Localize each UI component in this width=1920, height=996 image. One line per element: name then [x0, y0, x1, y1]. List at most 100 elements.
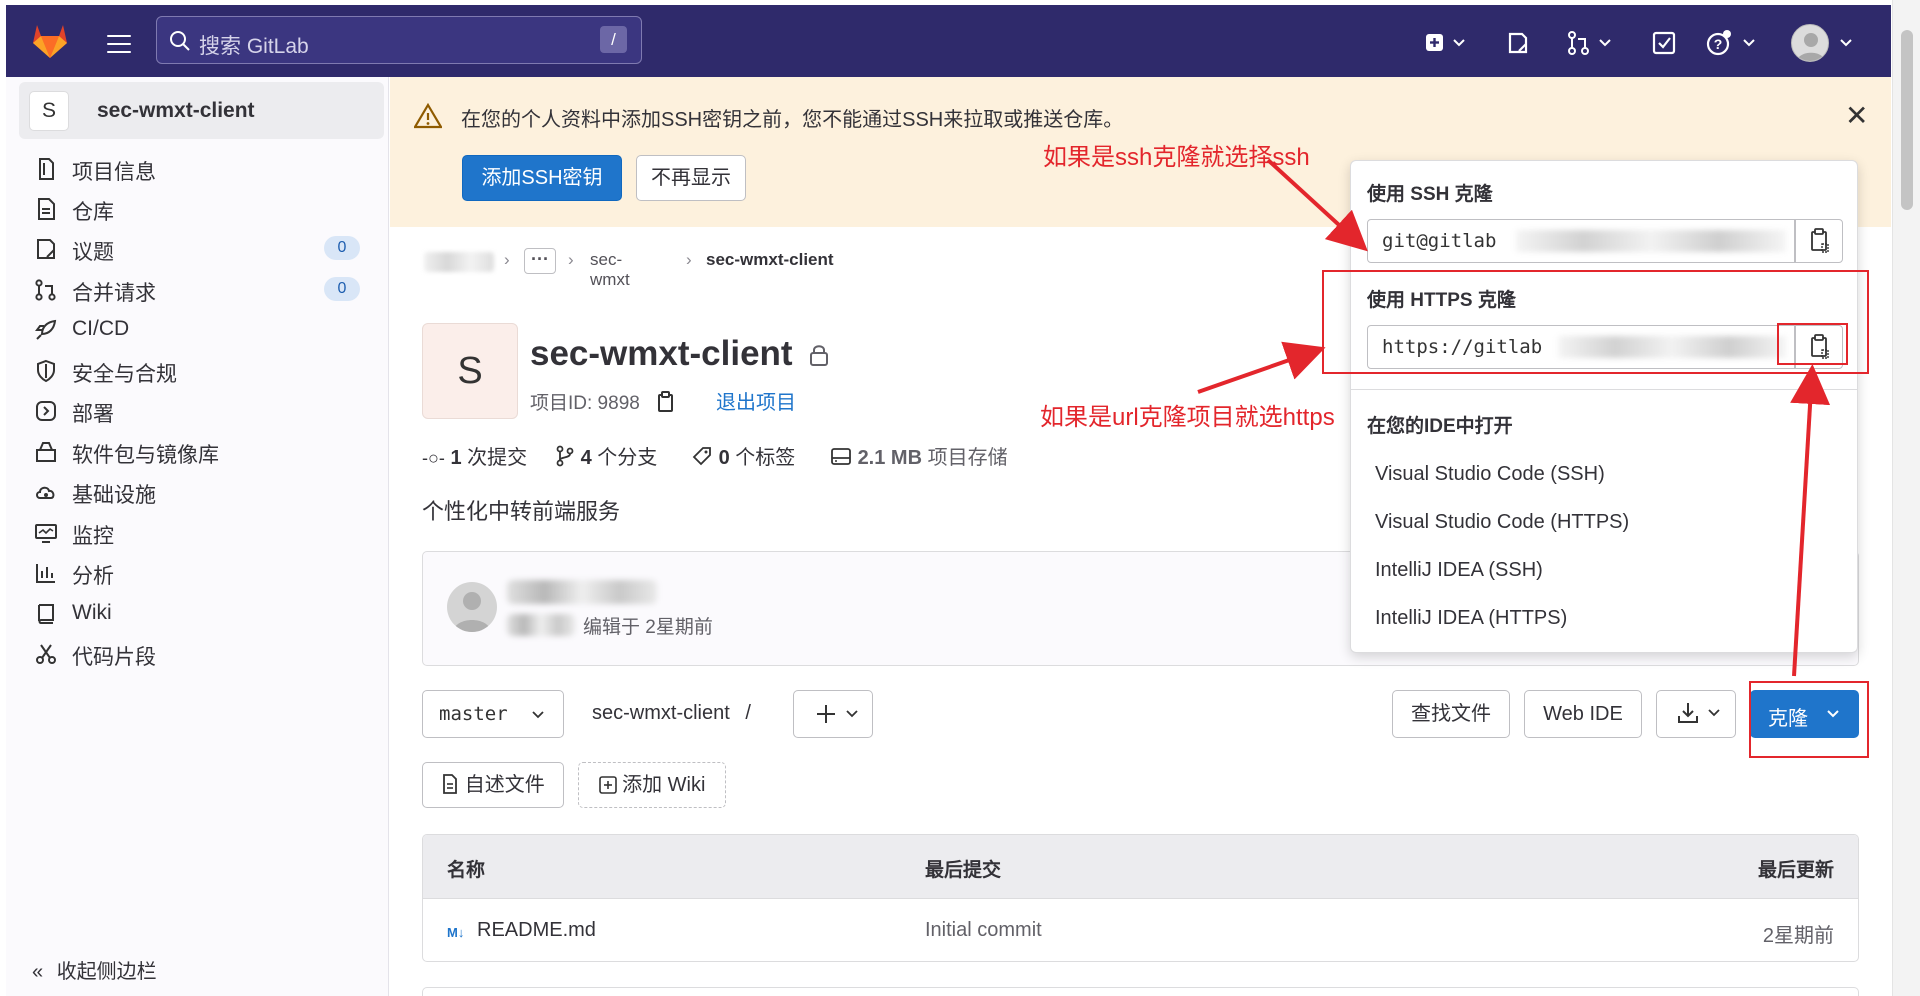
sidebar-item-snippets[interactable]: 代码片段: [6, 630, 389, 676]
add-to-tree-dropdown[interactable]: [793, 690, 873, 738]
deployments-icon: [36, 401, 56, 421]
branches-stat[interactable]: 4 个分支: [555, 441, 657, 470]
merge-requests-dropdown[interactable]: [1566, 29, 1616, 57]
add-wiki-button[interactable]: 添加 Wiki: [578, 762, 726, 808]
svg-text:?: ?: [1714, 36, 1723, 52]
sidebar-item-label: 议题: [72, 241, 114, 264]
readme-preview-box: [422, 987, 1859, 996]
copy-ssh-url-button[interactable]: [1795, 219, 1843, 263]
breadcrumb-item-project[interactable]: sec-wmxt-client: [706, 250, 834, 270]
project-avatar: S: [422, 323, 518, 419]
top-navigation-bar: 搜索 GitLab / ?: [6, 5, 1891, 77]
gitlab-logo-icon[interactable]: [30, 21, 70, 59]
sidebar-item-label: 监控: [72, 525, 114, 548]
commit-edited-time: 编辑于 2星期前: [583, 617, 713, 638]
ide-option-intellij-https[interactable]: IntelliJ IDEA (HTTPS): [1375, 607, 1567, 630]
storage-size: 2.1 MB: [857, 447, 923, 469]
tags-stat[interactable]: 0 个标签: [691, 441, 795, 470]
book-icon: [38, 604, 54, 624]
monitor-icon: [35, 524, 57, 543]
storage-icon: [831, 448, 851, 465]
package-icon: [36, 442, 56, 462]
ssh-clone-url-field[interactable]: git@gitlab: [1367, 219, 1795, 263]
annotation-ssh-note: 如果是ssh克隆就选择ssh: [1043, 144, 1310, 171]
rocket-icon: [35, 319, 57, 340]
sidebar-item-analytics[interactable]: 分析: [6, 549, 389, 595]
sidebar-item-label: 代码片段: [72, 646, 156, 669]
copy-icon[interactable]: [655, 391, 677, 413]
breadcrumb-item-group[interactable]: sec-wmxt: [590, 250, 630, 290]
arrow-to-https-field: [1197, 341, 1326, 394]
blurred-url-remainder: [1516, 230, 1786, 252]
help-dropdown[interactable]: ?: [1706, 29, 1762, 57]
leave-project-link[interactable]: 退出项目: [716, 386, 796, 415]
file-name-link[interactable]: README.md: [477, 919, 596, 942]
close-icon[interactable]: ✕: [1845, 99, 1868, 132]
sidebar-item-infrastructure[interactable]: 基础设施: [6, 468, 389, 514]
branch-selector[interactable]: master: [422, 690, 564, 738]
dont-show-again-button[interactable]: 不再显示: [636, 155, 746, 201]
file-last-commit-link[interactable]: Initial commit: [925, 919, 1042, 942]
lock-icon: [810, 345, 829, 366]
sidebar-project-header[interactable]: S sec-wmxt-client: [19, 82, 384, 139]
breadcrumb-blurred-group[interactable]: [424, 252, 494, 272]
add-ssh-key-button[interactable]: 添加SSH密钥: [462, 155, 622, 201]
gitlab-project-page: 搜索 GitLab / ? S sec-wmxt-client 项目信息 仓库 …: [0, 0, 1920, 996]
chevron-down-icon[interactable]: [1838, 29, 1854, 57]
scrollbar-thumb[interactable]: [1901, 30, 1913, 210]
commits-label: 次提交: [467, 447, 528, 469]
ssh-clone-heading: 使用 SSH 克隆: [1367, 184, 1493, 205]
file-tree-table: 名称 最后提交 最后更新 M↓ README.md Initial commit…: [422, 834, 1859, 962]
chart-icon: [36, 564, 55, 583]
commits-count: 1: [450, 447, 462, 469]
project-title-text: sec-wmxt-client: [530, 334, 793, 373]
blurred-commit-title[interactable]: [507, 580, 657, 604]
sidebar-item-label: 分析: [72, 565, 114, 588]
download-dropdown[interactable]: [1656, 690, 1736, 738]
readme-button[interactable]: 自述文件: [422, 762, 564, 808]
ide-option-vscode-https[interactable]: Visual Studio Code (HTTPS): [1375, 511, 1629, 534]
document-icon: [443, 774, 458, 794]
menu-icon[interactable]: [107, 35, 131, 53]
search-input[interactable]: 搜索 GitLab /: [156, 16, 642, 64]
sidebar-item-label: 基础设施: [72, 484, 156, 507]
commits-stat[interactable]: -○- 1 次提交: [422, 441, 527, 470]
search-shortcut-badge: /: [600, 26, 627, 53]
shield-icon: [37, 359, 55, 383]
branch-name: master: [439, 703, 508, 725]
project-id-row: 项目ID: 9898: [530, 388, 677, 415]
search-placeholder: 搜索 GitLab: [199, 35, 309, 58]
merge-requests-count-badge: 0: [324, 277, 360, 301]
issues-icon[interactable]: [1506, 29, 1530, 57]
column-header-last-update: 最后更新: [1757, 860, 1834, 881]
create-new-dropdown[interactable]: [1424, 29, 1470, 57]
todo-icon[interactable]: [1651, 29, 1677, 57]
ide-option-vscode-ssh[interactable]: Visual Studio Code (SSH): [1375, 463, 1605, 486]
ide-option-intellij-ssh[interactable]: IntelliJ IDEA (SSH): [1375, 559, 1543, 582]
clipboard-icon: [1811, 228, 1829, 253]
page-scrollbar[interactable]: [1892, 0, 1920, 996]
commit-author-avatar[interactable]: [447, 582, 497, 632]
sidebar-item-label: 合并请求: [72, 282, 156, 305]
collapse-sidebar-button[interactable]: « 收起侧边栏: [32, 955, 157, 984]
markdown-icon: M↓: [447, 925, 465, 940]
chevron-down-icon: [532, 711, 544, 719]
repo-path-name[interactable]: sec-wmxt-client: [592, 702, 730, 724]
table-header: 名称 最后提交 最后更新: [423, 835, 1858, 899]
issues-icon: [37, 239, 55, 259]
sidebar-item-issues[interactable]: 议题 0: [6, 225, 389, 271]
sidebar-item-deployments[interactable]: 部署: [6, 387, 389, 433]
find-file-button[interactable]: 查找文件: [1392, 690, 1510, 738]
double-chevron-left-icon: «: [32, 961, 44, 983]
project-sidebar: S sec-wmxt-client 项目信息 仓库 议题 0 合并请求 0 CI…: [6, 77, 389, 996]
blurred-commit-author[interactable]: [507, 614, 575, 636]
sidebar-item-label: 部署: [72, 403, 114, 426]
tag-icon: [692, 447, 711, 466]
merge-request-icon: [35, 279, 56, 301]
info-icon: [39, 158, 54, 180]
repo-path-separator: /: [745, 702, 751, 724]
web-ide-button[interactable]: Web IDE: [1524, 690, 1642, 738]
breadcrumb-more-button[interactable]: ···: [524, 248, 556, 274]
sidebar-item-ci-cd[interactable]: CI/CD: [6, 306, 389, 352]
user-avatar[interactable]: [1791, 24, 1829, 62]
